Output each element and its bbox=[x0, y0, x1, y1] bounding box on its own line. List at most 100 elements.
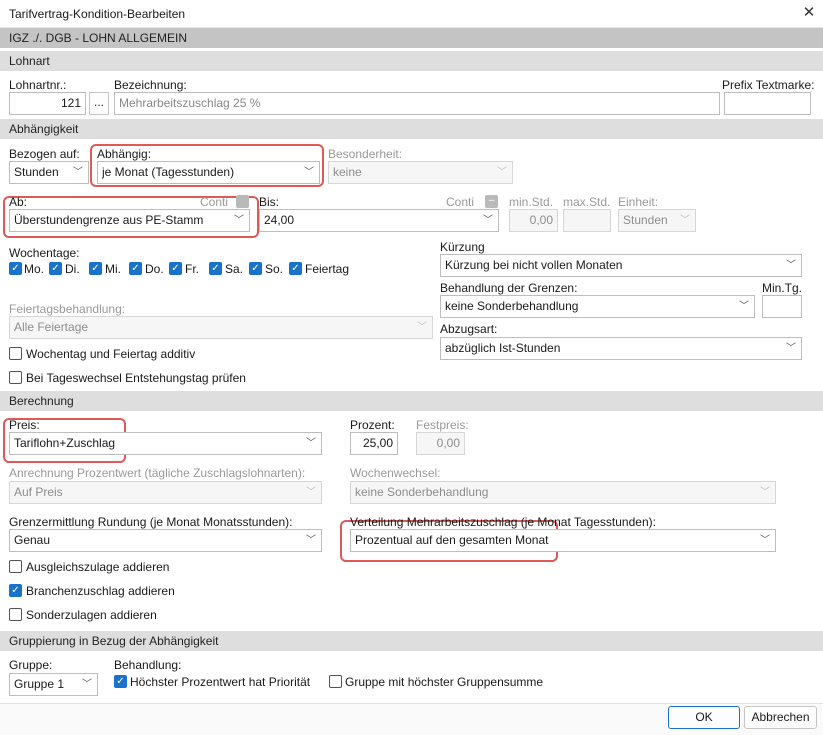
grenzermittlung-label: Grenzermittlung Rundung (je Monat Monats… bbox=[9, 515, 293, 529]
record-header: IGZ ./. DGB - LOHN ALLGEMEIN bbox=[0, 28, 823, 48]
mintg-label: Min.Tg. bbox=[762, 281, 803, 295]
section-gruppierung: Gruppierung in Bezug der Abhängigkeit bbox=[0, 631, 823, 651]
abzugsart-dropdown[interactable]: abzüglich Ist-Stunden ﹀ bbox=[440, 337, 802, 360]
day-label-do: Do. bbox=[145, 262, 164, 276]
checkmark-icon[interactable]: ✓ bbox=[49, 262, 62, 275]
prozent-label: Prozent: bbox=[350, 418, 395, 432]
checkmark-icon[interactable]: ✓ bbox=[89, 262, 102, 275]
bezeichnung-input[interactable]: Mehrarbeitszuschlag 25 % bbox=[114, 92, 720, 115]
sonder-checkbox[interactable] bbox=[9, 608, 22, 621]
behandlung-label: Behandlung: bbox=[114, 658, 182, 672]
einheit-value: Stunden bbox=[623, 213, 668, 227]
chevron-down-icon: ﹀ bbox=[82, 679, 92, 690]
abhaengig-dropdown[interactable]: je Monat (Tagesstunden) ﹀ bbox=[97, 161, 320, 184]
wochenwechsel-label: Wochenwechsel: bbox=[350, 466, 441, 480]
conti-ab-checkbox[interactable] bbox=[236, 195, 249, 208]
grenzen-dropdown[interactable]: keine Sonderbehandlung ﹀ bbox=[440, 295, 755, 318]
festpreis-label: Festpreis: bbox=[416, 418, 469, 432]
einheit-dropdown[interactable]: Stunden ﹀ bbox=[618, 209, 696, 232]
tageswechsel-checkbox[interactable] bbox=[9, 371, 22, 384]
close-icon[interactable]: ✕ bbox=[798, 3, 820, 23]
ab-value: Überstundengrenze aus PE-Stamm bbox=[14, 213, 204, 227]
besonderheit-label: Besonderheit: bbox=[328, 147, 403, 161]
conti-bis-checkbox[interactable]: – bbox=[485, 195, 498, 208]
day-label-mo: Mo. bbox=[24, 262, 45, 276]
checkmark-icon[interactable]: ✓ bbox=[9, 262, 22, 275]
anrechnung-value: Auf Preis bbox=[14, 485, 63, 499]
grenzen-value: keine Sonderbehandlung bbox=[445, 299, 579, 313]
maxstd-input[interactable] bbox=[563, 209, 611, 232]
lohnart-browse-button[interactable]: ... bbox=[89, 92, 109, 115]
ausgleich-checkbox[interactable] bbox=[9, 560, 22, 573]
chevron-down-icon: ﹀ bbox=[306, 535, 316, 546]
gruppe-dropdown[interactable]: Gruppe 1 ﹀ bbox=[9, 673, 98, 696]
checkmark-icon[interactable]: ✓ bbox=[9, 584, 22, 597]
day-label-di: Di. bbox=[65, 262, 80, 276]
feiertagsbehandlung-dropdown[interactable]: Alle Feiertage ﹀ bbox=[9, 316, 433, 339]
grenzermittlung-value: Genau bbox=[14, 533, 51, 547]
kuerzung-value: Kürzung bei nicht vollen Monaten bbox=[445, 258, 623, 272]
branchen-label: Branchenzuschlag addieren bbox=[26, 584, 175, 598]
grenzen-label: Behandlung der Grenzen: bbox=[440, 281, 578, 295]
anrechnung-dropdown[interactable]: Auf Preis ﹀ bbox=[9, 481, 322, 504]
ab-dropdown[interactable]: Überstundengrenze aus PE-Stamm ﹀ bbox=[9, 209, 250, 232]
chevron-down-icon: ﹀ bbox=[306, 487, 316, 498]
festpreis-input[interactable]: 0,00 bbox=[416, 432, 465, 455]
gruppensumme-label: Gruppe mit höchster Gruppensumme bbox=[345, 675, 544, 689]
prozent-input[interactable]: 25,00 bbox=[350, 432, 398, 455]
preis-dropdown[interactable]: Tariflohn+Zuschlag ﹀ bbox=[9, 432, 322, 455]
abzugsart-value: abzüglich Ist-Stunden bbox=[445, 341, 561, 355]
chevron-down-icon: ﹀ bbox=[739, 301, 749, 312]
checkmark-icon[interactable]: ✓ bbox=[169, 262, 182, 275]
chevron-down-icon: ﹀ bbox=[497, 167, 507, 178]
checkmark-icon[interactable]: ✓ bbox=[129, 262, 142, 275]
bis-label: Bis: bbox=[259, 195, 280, 209]
chevron-down-icon: ﹀ bbox=[786, 343, 796, 354]
kuerzung-label: Kürzung bbox=[440, 240, 485, 254]
kuerzung-dropdown[interactable]: Kürzung bei nicht vollen Monaten ﹀ bbox=[440, 254, 802, 277]
feiertagsbehandlung-label: Feiertagsbehandlung: bbox=[9, 302, 126, 316]
wochenwechsel-dropdown[interactable]: keine Sonderbehandlung ﹀ bbox=[350, 481, 776, 504]
section-lohnart: Lohnart bbox=[0, 51, 823, 71]
prefix-textmarke-input[interactable] bbox=[724, 92, 811, 115]
chevron-down-icon: ﹀ bbox=[306, 438, 316, 449]
ab-label: Ab: bbox=[9, 195, 28, 209]
checkmark-icon[interactable]: ✓ bbox=[249, 262, 262, 275]
checkmark-icon[interactable]: ✓ bbox=[114, 675, 127, 688]
additiv-checkbox[interactable] bbox=[9, 347, 22, 360]
minstd-input[interactable]: 0,00 bbox=[509, 209, 558, 232]
bis-dropdown[interactable]: 24,00 ﹀ bbox=[259, 209, 499, 232]
lohnartnr-input[interactable]: 121 bbox=[9, 92, 86, 115]
feiertagsbehandlung-value: Alle Feiertage bbox=[14, 320, 89, 334]
anrechnung-label: Anrechnung Prozentwert (tägliche Zuschla… bbox=[9, 466, 306, 480]
lohnartnr-label: Lohnartnr.: bbox=[9, 78, 67, 92]
checkmark-icon[interactable]: ✓ bbox=[209, 262, 222, 275]
chevron-down-icon: ﹀ bbox=[680, 215, 690, 226]
chevron-down-icon: ﹀ bbox=[483, 215, 493, 226]
besonderheit-dropdown[interactable]: keine ﹀ bbox=[328, 161, 513, 184]
chevron-down-icon: ﹀ bbox=[73, 167, 83, 178]
prioritaet-label: Höchster Prozentwert hat Priorität bbox=[130, 675, 311, 689]
gruppensumme-checkbox[interactable] bbox=[329, 675, 342, 688]
bezogen-label: Bezogen auf: bbox=[9, 147, 80, 161]
besonderheit-value: keine bbox=[333, 165, 362, 179]
cancel-button[interactable]: Abbrechen bbox=[744, 706, 817, 729]
ok-button[interactable]: OK bbox=[668, 706, 740, 729]
einheit-label: Einheit: bbox=[618, 195, 659, 209]
bezogen-dropdown[interactable]: Stunden ﹀ bbox=[9, 161, 89, 184]
mintg-input[interactable] bbox=[762, 295, 802, 318]
tageswechsel-label: Bei Tageswechsel Entstehungstag prüfen bbox=[26, 371, 246, 385]
checkmark-icon[interactable]: ✓ bbox=[289, 262, 302, 275]
bis-value: 24,00 bbox=[264, 213, 295, 227]
title-bar: Tarifvertrag-Kondition-Bearbeiten ✕ bbox=[0, 0, 823, 28]
verteilung-value: Prozentual auf den gesamten Monat bbox=[355, 533, 549, 547]
section-berechnung: Berechnung bbox=[0, 391, 823, 411]
day-label-mi: Mi. bbox=[105, 262, 121, 276]
chevron-down-icon: ﹀ bbox=[417, 322, 427, 333]
grenzermittlung-dropdown[interactable]: Genau ﹀ bbox=[9, 529, 322, 552]
abhaengig-label: Abhängig: bbox=[97, 147, 152, 161]
prefix-textmarke-label: Prefix Textmarke: bbox=[722, 78, 815, 92]
verteilung-dropdown[interactable]: Prozentual auf den gesamten Monat ﹀ bbox=[350, 529, 776, 552]
maxstd-label: max.Std. bbox=[563, 195, 611, 209]
chevron-down-icon: ﹀ bbox=[234, 215, 244, 226]
